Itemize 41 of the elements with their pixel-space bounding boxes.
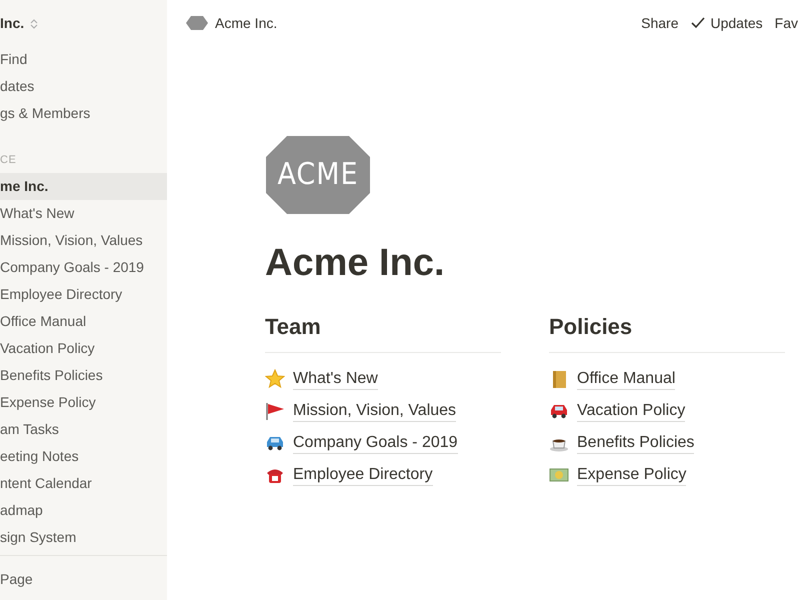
updates-button[interactable]: Updates [690, 14, 763, 30]
sidebar-page-item[interactable]: What's New [0, 200, 167, 227]
page-link[interactable]: Benefits Policies [577, 432, 694, 454]
page-link[interactable]: Expense Policy [577, 464, 686, 486]
sidebar-page-item[interactable]: Benefits Policies [0, 362, 167, 389]
breadcrumb[interactable]: Acme Inc. [185, 14, 278, 30]
sidebar-page-item[interactable]: admap [0, 497, 167, 524]
sidebar-page-item[interactable]: Employee Directory [0, 281, 167, 308]
sidebar-page-item[interactable]: Vacation Policy [0, 335, 167, 362]
logo-text: ACME [276, 156, 360, 194]
sidebar-page-item[interactable]: Mission, Vision, Values [0, 227, 167, 254]
page-link[interactable]: Company Goals - 2019 [293, 432, 458, 454]
sidebar-page-item[interactable]: ntent Calendar [0, 470, 167, 497]
sidebar-item[interactable]: gs & Members [0, 100, 167, 127]
sidebar-item[interactable]: Find [0, 46, 167, 73]
section-heading: Team [265, 313, 322, 341]
sidebar-page-item[interactable]: me Inc. [0, 173, 167, 200]
sidebar-item[interactable]: dates [0, 73, 167, 100]
sidebar-page-item[interactable]: Company Goals - 2019 [0, 254, 167, 281]
workspace-switcher[interactable]: Inc. [0, 10, 167, 37]
page-link[interactable]: Mission, Vision, Values [293, 400, 456, 422]
chevron-updown-icon [30, 18, 38, 28]
sidebar-page-item[interactable]: Office Manual [0, 308, 167, 335]
star-icon [265, 369, 285, 389]
logo-icon [185, 14, 209, 30]
favorite-button[interactable]: Fav [774, 14, 798, 30]
page-link[interactable]: Vacation Policy [577, 400, 686, 422]
page-link[interactable]: Employee Directory [293, 464, 433, 486]
page-link[interactable]: Office Manual [577, 368, 676, 390]
sidebar-page-item[interactable]: am Tasks [0, 416, 167, 443]
sidebar-page-item[interactable]: eeting Notes [0, 443, 167, 470]
flag-icon [265, 401, 285, 421]
section-heading: Policies [549, 313, 634, 341]
page-link[interactable]: What's New [293, 368, 378, 390]
share-button[interactable]: Share [641, 14, 678, 30]
sidebar-page-item[interactable]: sign System [0, 524, 167, 551]
page-title: Acme Inc. [265, 241, 446, 286]
sidebar-page-item[interactable]: Expense Policy [0, 389, 167, 416]
new-page-item[interactable]: Page [0, 566, 167, 593]
check-icon [690, 16, 704, 28]
section-label: CE [0, 153, 18, 168]
